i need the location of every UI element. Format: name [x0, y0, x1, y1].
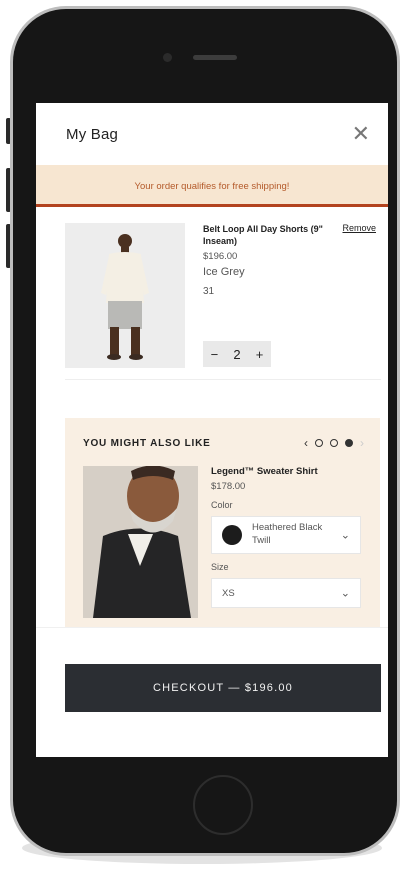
recommendations-title: YOU MIGHT ALSO LIKE: [83, 437, 211, 449]
page-title: My Bag: [66, 125, 119, 143]
color-select[interactable]: Heathered Black Twill ⌄: [211, 516, 361, 554]
remove-button[interactable]: Remove: [342, 223, 376, 233]
decrement-button[interactable]: −: [211, 347, 219, 362]
color-swatch: [222, 525, 242, 545]
color-label: Color: [211, 500, 233, 510]
recommendations-header: YOU MIGHT ALSO LIKE ‹ ›: [83, 436, 364, 450]
color-select-value: Heathered Black Twill: [252, 522, 323, 546]
banner-text: Your order qualifies for free shipping!: [134, 180, 290, 192]
product-image[interactable]: [65, 223, 185, 368]
close-icon[interactable]: ✕: [352, 121, 370, 147]
bag-screen: My Bag ✕ Your order qualifies for free s…: [36, 103, 388, 757]
camera-icon: [163, 53, 172, 62]
phone-frame: My Bag ✕ Your order qualifies for free s…: [10, 6, 400, 856]
carousel-dot-active[interactable]: [345, 439, 353, 447]
recommended-product-photo: [83, 466, 198, 618]
chevron-down-icon: ⌄: [340, 529, 350, 542]
item-price: $196.00: [203, 251, 238, 263]
recommended-product: Legend™ Sweater Shirt $178.00 Color Heat…: [83, 466, 364, 618]
carousel-dot[interactable]: [315, 439, 323, 447]
item-size: 31: [203, 286, 215, 298]
chevron-left-icon[interactable]: ‹: [304, 436, 308, 450]
item-color: Ice Grey: [203, 266, 245, 279]
recommended-product-info: Legend™ Sweater Shirt $178.00 Color Heat…: [211, 466, 361, 618]
checkout-footer: CHECKOUT — $196.00: [36, 627, 388, 757]
bag-header: My Bag ✕: [36, 103, 388, 165]
size-select[interactable]: XS ⌄: [211, 578, 361, 608]
free-shipping-banner: Your order qualifies for free shipping!: [36, 165, 388, 207]
item-name[interactable]: Belt Loop All Day Shorts (9" Inseam): [203, 223, 323, 247]
checkout-button[interactable]: CHECKOUT — $196.00: [65, 664, 381, 712]
divider: [65, 379, 381, 380]
size-label: Size: [211, 562, 229, 572]
speaker-grille: [193, 55, 237, 60]
cart-item: Belt Loop All Day Shorts (9" Inseam) $19…: [36, 207, 388, 368]
quantity-stepper: − 2 +: [203, 341, 271, 367]
recommended-product-name[interactable]: Legend™ Sweater Shirt: [211, 466, 361, 477]
chevron-right-icon[interactable]: ›: [360, 436, 364, 450]
size-select-value: XS: [222, 587, 235, 599]
carousel-dot[interactable]: [330, 439, 338, 447]
home-button[interactable]: [193, 775, 253, 835]
item-info: Belt Loop All Day Shorts (9" Inseam) $19…: [203, 223, 376, 367]
carousel-controls: ‹ ›: [304, 436, 364, 450]
recommended-product-price: $178.00: [211, 481, 246, 492]
phone-body: My Bag ✕ Your order qualifies for free s…: [13, 9, 397, 853]
phone-mockup: My Bag ✕ Your order qualifies for free s…: [0, 0, 402, 871]
quantity-value: 2: [233, 346, 241, 362]
chevron-down-icon: ⌄: [340, 587, 350, 600]
product-photo: [65, 223, 185, 368]
increment-button[interactable]: +: [256, 347, 264, 362]
recommended-product-image[interactable]: [83, 466, 198, 618]
